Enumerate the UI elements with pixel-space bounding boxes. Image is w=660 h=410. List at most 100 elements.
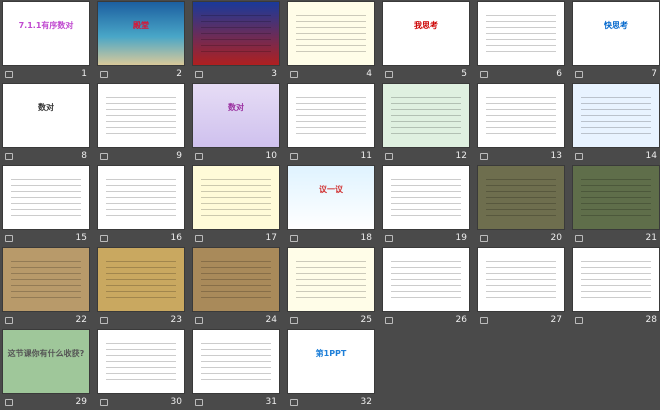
slide-thumbnail[interactable] <box>573 248 659 311</box>
slide-item[interactable]: 4 <box>288 2 374 82</box>
slide-item[interactable]: 14 <box>573 84 659 164</box>
slide-thumbnail[interactable]: 第1PPT <box>288 330 374 393</box>
slide-content <box>201 256 271 303</box>
slide-number: 28 <box>645 315 657 325</box>
animation-icon <box>5 71 13 78</box>
slide-item[interactable]: 22 <box>3 248 89 328</box>
slide-item[interactable]: 3 <box>193 2 279 82</box>
slide-thumbnail[interactable] <box>573 84 659 147</box>
slide-item[interactable]: 我思考 5 <box>383 2 469 82</box>
slide-thumbnail[interactable] <box>288 84 374 147</box>
slide-thumbnail[interactable]: 7.1.1有序数对 <box>3 2 89 65</box>
slide-thumbnail[interactable] <box>288 2 374 65</box>
animation-icon <box>195 399 203 406</box>
slide-content <box>106 256 176 303</box>
slide-thumbnail[interactable] <box>383 248 469 311</box>
slide-content <box>581 92 651 139</box>
slide-item[interactable]: 26 <box>383 248 469 328</box>
slide-thumbnail[interactable] <box>478 248 564 311</box>
animation-icon <box>575 317 583 324</box>
slide-item[interactable]: 数对 8 <box>3 84 89 164</box>
slide-item[interactable]: 19 <box>383 166 469 246</box>
slide-item[interactable]: 12 <box>383 84 469 164</box>
slide-item[interactable]: 6 <box>478 2 564 82</box>
slide-item[interactable]: 21 <box>573 166 659 246</box>
slide-thumbnail[interactable] <box>98 248 184 311</box>
slide-number: 20 <box>550 233 562 243</box>
slide-item[interactable]: 议一议 18 <box>288 166 374 246</box>
slide-number: 15 <box>75 233 87 243</box>
slide-thumbnail[interactable] <box>193 166 279 229</box>
slide-thumbnail[interactable] <box>193 248 279 311</box>
slide-thumbnail[interactable] <box>478 84 564 147</box>
slide-item[interactable]: 20 <box>478 166 564 246</box>
animation-icon <box>5 235 13 242</box>
slide-item[interactable]: 25 <box>288 248 374 328</box>
slide-item[interactable]: 13 <box>478 84 564 164</box>
animation-icon <box>290 317 298 324</box>
slide-number: 30 <box>170 397 182 407</box>
slide-item[interactable]: 第1PPT 32 <box>288 330 374 410</box>
slide-thumbnail[interactable]: 快思考 <box>573 2 659 65</box>
animation-icon <box>100 153 108 160</box>
slide-content <box>106 174 176 221</box>
slide-thumbnail[interactable] <box>98 84 184 147</box>
slide-thumbnail[interactable] <box>3 166 89 229</box>
slide-thumbnail[interactable]: 殿堂 <box>98 2 184 65</box>
slide-item[interactable]: 31 <box>193 330 279 410</box>
slide-item[interactable]: 快思考 7 <box>573 2 659 82</box>
slide-number: 3 <box>271 69 277 79</box>
slide-item[interactable]: 数对 10 <box>193 84 279 164</box>
animation-icon <box>195 317 203 324</box>
animation-icon <box>480 317 488 324</box>
slide-thumbnail[interactable]: 数对 <box>193 84 279 147</box>
animation-icon <box>290 399 298 406</box>
animation-icon <box>480 153 488 160</box>
slide-item[interactable]: 7.1.1有序数对 1 <box>3 2 89 82</box>
slide-thumbnail[interactable]: 这节课你有什么收获? <box>3 330 89 393</box>
slide-thumbnail[interactable] <box>98 166 184 229</box>
slide-item[interactable]: 这节课你有什么收获? 29 <box>3 330 89 410</box>
slide-thumbnail[interactable] <box>288 248 374 311</box>
slide-item[interactable]: 16 <box>98 166 184 246</box>
slide-item[interactable]: 殿堂 2 <box>98 2 184 82</box>
slide-thumbnail[interactable] <box>98 330 184 393</box>
slide-thumbnail[interactable] <box>573 166 659 229</box>
slide-thumbnail[interactable] <box>193 330 279 393</box>
slide-item[interactable]: 23 <box>98 248 184 328</box>
slide-item[interactable]: 15 <box>3 166 89 246</box>
slide-item[interactable]: 30 <box>98 330 184 410</box>
slide-title: 快思考 <box>604 21 628 30</box>
slide-thumbnail[interactable] <box>193 2 279 65</box>
slide-thumbnail[interactable]: 我思考 <box>383 2 469 65</box>
slide-number: 1 <box>81 69 87 79</box>
slide-thumbnail[interactable]: 数对 <box>3 84 89 147</box>
slide-content <box>391 174 461 221</box>
slide-thumbnail[interactable] <box>478 166 564 229</box>
animation-icon <box>100 71 108 78</box>
slide-content <box>486 10 556 57</box>
animation-icon <box>195 71 203 78</box>
slide-thumbnail[interactable] <box>383 166 469 229</box>
slide-item[interactable]: 9 <box>98 84 184 164</box>
slide-number: 12 <box>455 151 467 161</box>
slide-number: 7 <box>651 69 657 79</box>
slide-thumbnail[interactable] <box>478 2 564 65</box>
slide-content <box>581 174 651 221</box>
slide-item[interactable]: 17 <box>193 166 279 246</box>
slide-item[interactable]: 28 <box>573 248 659 328</box>
slide-content <box>201 174 271 221</box>
slide-content <box>11 174 81 221</box>
slide-number: 23 <box>170 315 182 325</box>
animation-icon <box>5 317 13 324</box>
slide-number: 25 <box>360 315 372 325</box>
slide-number: 26 <box>455 315 467 325</box>
slide-thumbnail[interactable] <box>383 84 469 147</box>
slide-thumbnail[interactable]: 议一议 <box>288 166 374 229</box>
slide-item[interactable]: 24 <box>193 248 279 328</box>
slide-item[interactable]: 27 <box>478 248 564 328</box>
slide-thumbnail[interactable] <box>3 248 89 311</box>
slide-number: 16 <box>170 233 182 243</box>
slide-item[interactable]: 11 <box>288 84 374 164</box>
slide-title: 这节课你有什么收获? <box>7 349 85 358</box>
